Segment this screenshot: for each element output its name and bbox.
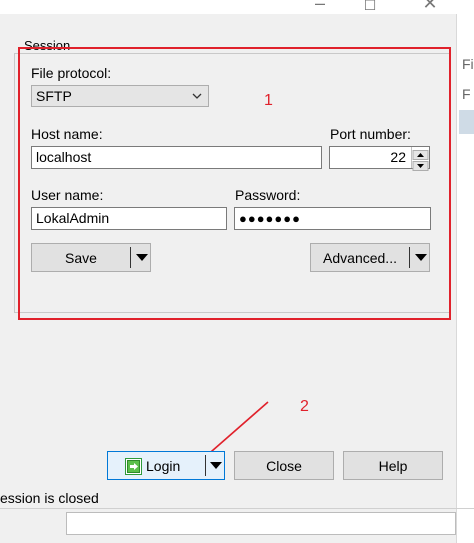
annotation-marker-2: 2 xyxy=(300,398,309,415)
close-button[interactable]: Close xyxy=(234,451,334,480)
help-button[interactable]: Help xyxy=(343,451,443,480)
login-button-label: Login xyxy=(146,458,181,474)
background-bottom-panel xyxy=(66,512,456,535)
login-split-divider xyxy=(205,455,206,476)
login-icon xyxy=(125,458,142,478)
status-text: ession is closed xyxy=(0,490,99,506)
login-button[interactable]: Login xyxy=(107,451,225,480)
login-dropdown-icon[interactable] xyxy=(210,462,222,469)
status-divider xyxy=(0,508,474,509)
